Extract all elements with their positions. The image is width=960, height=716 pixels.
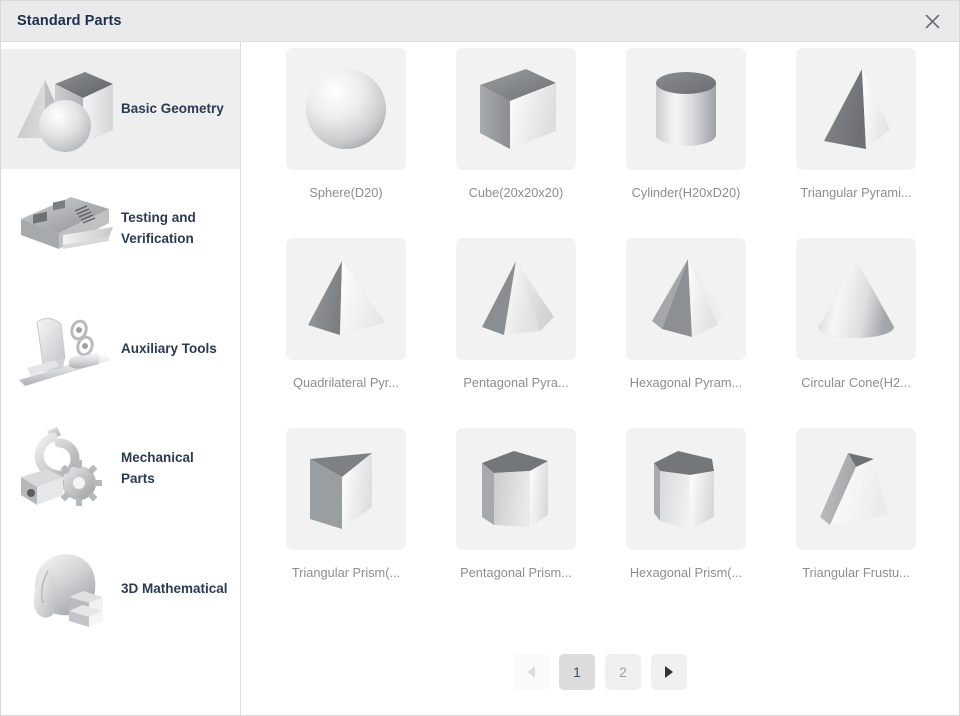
part-label: Triangular Frustu... (802, 565, 910, 580)
part-item[interactable]: Triangular Frustu... (771, 428, 941, 618)
part-item[interactable]: Circular Cone(H2... (771, 238, 941, 428)
sidebar-item-label: Auxiliary Tools (121, 340, 217, 356)
pagination: 1 2 (241, 639, 959, 715)
part-label: Triangular Pyrami... (800, 185, 912, 200)
3d-mathematical-icon (9, 534, 121, 644)
mechanical-parts-icon (9, 414, 121, 524)
part-item[interactable]: Hexagonal Pyram... (601, 238, 771, 428)
sidebar-item-testing-and-verification[interactable]: Testing and Verification (1, 169, 240, 289)
part-label: Hexagonal Prism(... (629, 565, 743, 580)
part-item[interactable]: Pentagonal Pyra... (431, 238, 601, 428)
testing-verification-icon (9, 174, 121, 284)
part-label: Pentagonal Pyra... (463, 375, 569, 390)
part-item[interactable]: Sphere(D20) (261, 48, 431, 238)
pentagonal-pyramid-icon (456, 238, 576, 360)
parts-content: Sphere(D20) Cube(20x20x20) Cylinder(H20x… (241, 42, 959, 715)
sidebar-item-label: 3D Mathematical (121, 580, 228, 596)
sidebar-item-label: Basic Geometry (121, 100, 224, 116)
triangular-pyramid-icon (796, 48, 916, 170)
part-item[interactable]: Cylinder(H20xD20) (601, 48, 771, 238)
page-title: Standard Parts (17, 13, 122, 29)
cube-icon (456, 48, 576, 170)
part-label: Hexagonal Pyram... (629, 375, 743, 390)
parts-grid: Sphere(D20) Cube(20x20x20) Cylinder(H20x… (241, 48, 959, 639)
pentagonal-prism-icon (456, 428, 576, 550)
pagination-prev-button[interactable] (513, 654, 549, 690)
part-label: Cube(20x20x20) (468, 185, 564, 200)
circular-cone-icon (796, 238, 916, 360)
standard-parts-dialog: Standard Parts Basic Geometry Testing an… (0, 0, 960, 716)
quadrilateral-pyramid-icon (286, 238, 406, 360)
sidebar-item-basic-geometry[interactable]: Basic Geometry (1, 49, 240, 169)
sidebar-item-mechanical-parts[interactable]: Mechanical Parts (1, 409, 240, 529)
triangular-frustum-icon (796, 428, 916, 550)
cylinder-icon (626, 48, 746, 170)
part-label: Circular Cone(H2... (801, 375, 911, 390)
part-item[interactable]: Hexagonal Prism(... (601, 428, 771, 618)
part-label: Cylinder(H20xD20) (631, 185, 741, 200)
sidebar-item-auxiliary-tools[interactable]: Auxiliary Tools (1, 289, 240, 409)
part-item[interactable]: Cube(20x20x20) (431, 48, 601, 238)
part-label: Triangular Prism(... (291, 565, 401, 580)
titlebar: Standard Parts (1, 1, 959, 42)
part-item[interactable]: Triangular Pyrami... (771, 48, 941, 238)
sphere-icon (286, 48, 406, 170)
dialog-body: Basic Geometry Testing and Verification … (1, 42, 959, 715)
part-label: Sphere(D20) (309, 185, 383, 200)
close-icon[interactable] (917, 6, 947, 36)
basic-geometry-icon (9, 54, 121, 164)
category-sidebar: Basic Geometry Testing and Verification … (1, 42, 241, 715)
sidebar-item-label: Mechanical Parts (121, 450, 194, 486)
part-item[interactable]: Pentagonal Prism... (431, 428, 601, 618)
pagination-page-2[interactable]: 2 (605, 654, 641, 690)
part-label: Pentagonal Prism... (460, 565, 572, 580)
pagination-page-1[interactable]: 1 (559, 654, 595, 690)
sidebar-item-label: Testing and Verification (121, 210, 196, 246)
hexagonal-pyramid-icon (626, 238, 746, 360)
part-item[interactable]: Quadrilateral Pyr... (261, 238, 431, 428)
hexagonal-prism-icon (626, 428, 746, 550)
part-item[interactable]: Triangular Prism(... (261, 428, 431, 618)
pagination-next-button[interactable] (651, 654, 687, 690)
part-label: Quadrilateral Pyr... (293, 375, 399, 390)
sidebar-item-3d-mathematical[interactable]: 3D Mathematical (1, 529, 240, 649)
triangular-prism-icon (286, 428, 406, 550)
auxiliary-tools-icon (9, 294, 121, 404)
